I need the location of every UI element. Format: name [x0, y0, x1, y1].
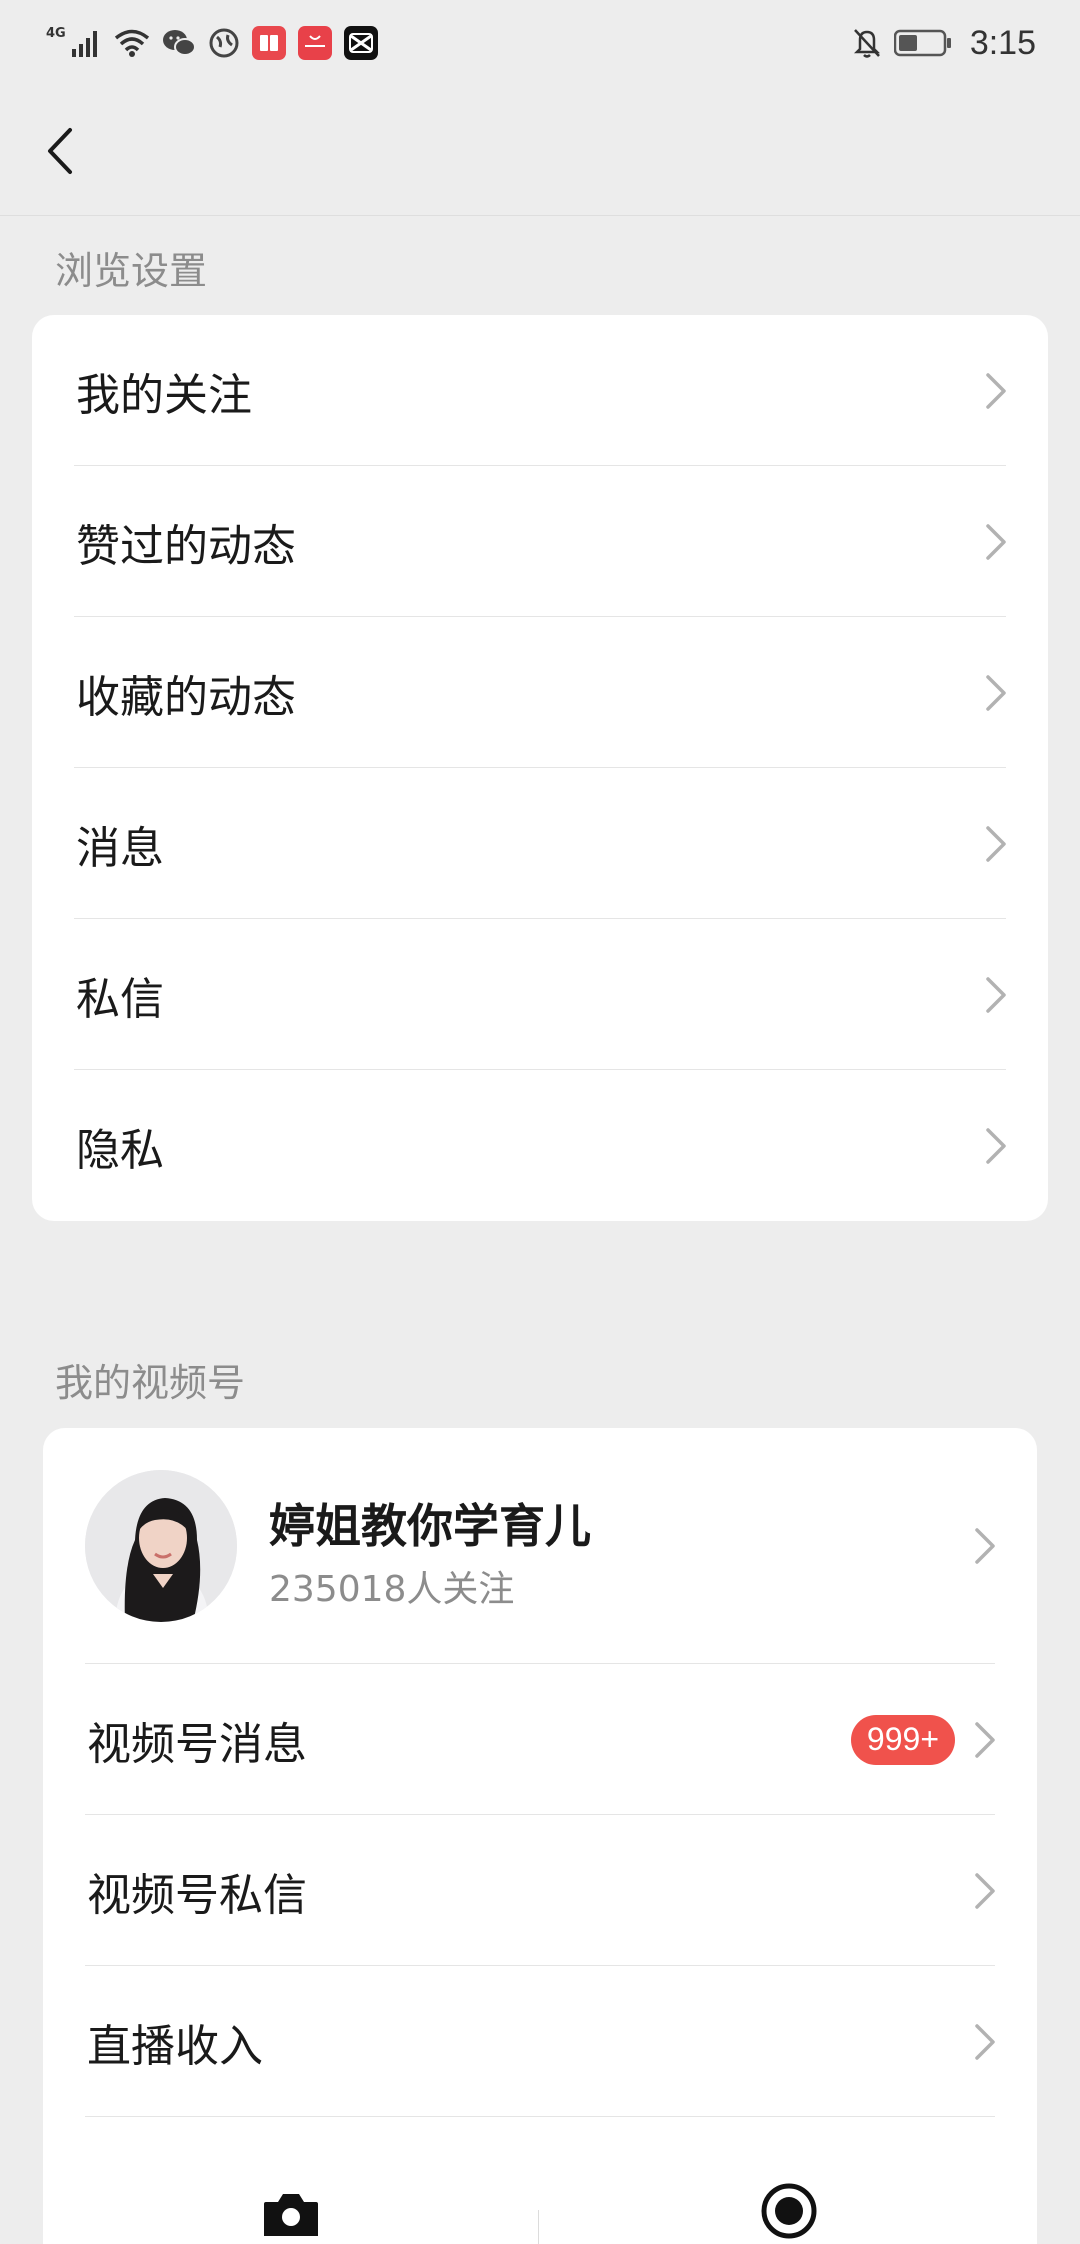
divider — [85, 2116, 995, 2117]
channel-section-title: 我的视频号 — [55, 1361, 246, 1405]
browse-settings-card: 我的关注 赞过的动态 收藏的动态 消息 私信 隐私 — [32, 315, 1048, 1221]
network-type-label: 4G — [46, 25, 66, 41]
channel-bottom-actions — [0, 2120, 1080, 2244]
channel-name: 婷姐教你学育儿 — [269, 1499, 591, 1553]
channel-profile-row[interactable]: 婷姐教你学育儿 235018人关注 — [43, 1428, 1037, 1664]
chevron-right-icon — [986, 372, 1006, 409]
channel-private-messages-row[interactable]: 视频号私信 — [43, 1815, 1037, 1966]
favorited-posts-row[interactable]: 收藏的动态 — [32, 617, 1048, 768]
camera-icon[interactable] — [262, 2190, 320, 2238]
chevron-right-icon — [986, 523, 1006, 560]
my-follows-row[interactable]: 我的关注 — [32, 315, 1048, 466]
row-label: 赞过的动态 — [76, 520, 296, 572]
back-button[interactable] — [30, 116, 90, 186]
battery-icon — [893, 29, 952, 57]
status-time: 3:15 — [969, 23, 1036, 62]
mute-bell-icon — [852, 27, 882, 59]
channel-followers: 235018人关注 — [269, 1569, 515, 1610]
wifi-icon — [114, 29, 150, 57]
row-label: 消息 — [76, 822, 164, 874]
nav-bar — [0, 86, 1080, 216]
chevron-right-icon — [975, 1872, 995, 1909]
avatar — [85, 1470, 237, 1622]
messages-row[interactable]: 消息 — [32, 768, 1048, 919]
capcut-icon — [343, 26, 378, 60]
row-label: 私信 — [76, 973, 164, 1025]
row-label: 隐私 — [76, 1124, 164, 1176]
unread-count-badge: 999+ — [850, 1714, 955, 1765]
live-record-icon[interactable] — [760, 2182, 818, 2240]
live-income-row[interactable]: 直播收入 — [43, 1966, 1037, 2117]
reader-app-icon — [251, 26, 286, 60]
chevron-right-icon — [986, 825, 1006, 862]
liked-posts-row[interactable]: 赞过的动态 — [32, 466, 1048, 617]
action-separator — [538, 2210, 539, 2244]
chevron-right-icon — [975, 1528, 995, 1564]
signal-icon — [71, 29, 102, 57]
row-label: 视频号私信 — [87, 1869, 307, 1921]
status-bar: 4G 3:15 — [0, 0, 1080, 86]
browse-section-title: 浏览设置 — [55, 249, 208, 293]
chevron-right-icon — [975, 1721, 995, 1758]
chevron-right-icon — [986, 976, 1006, 1013]
private-messages-row[interactable]: 私信 — [32, 919, 1048, 1070]
chevron-right-icon — [986, 674, 1006, 711]
status-right: 3:15 — [852, 24, 1036, 63]
privacy-row[interactable]: 隐私 — [32, 1070, 1048, 1221]
huawei-appgallery-icon — [297, 26, 332, 60]
wechat-icon — [162, 29, 196, 57]
channel-messages-row[interactable]: 视频号消息 999+ — [43, 1664, 1037, 1815]
row-label: 收藏的动态 — [76, 671, 296, 723]
browser-icon — [208, 27, 240, 59]
row-label: 视频号消息 — [87, 1718, 307, 1770]
chevron-right-icon — [975, 2023, 995, 2060]
chevron-left-icon — [48, 128, 72, 174]
row-label: 直播收入 — [87, 2020, 263, 2072]
row-label: 我的关注 — [76, 369, 252, 421]
status-left: 4G — [46, 26, 378, 60]
chevron-right-icon — [986, 1127, 1006, 1164]
